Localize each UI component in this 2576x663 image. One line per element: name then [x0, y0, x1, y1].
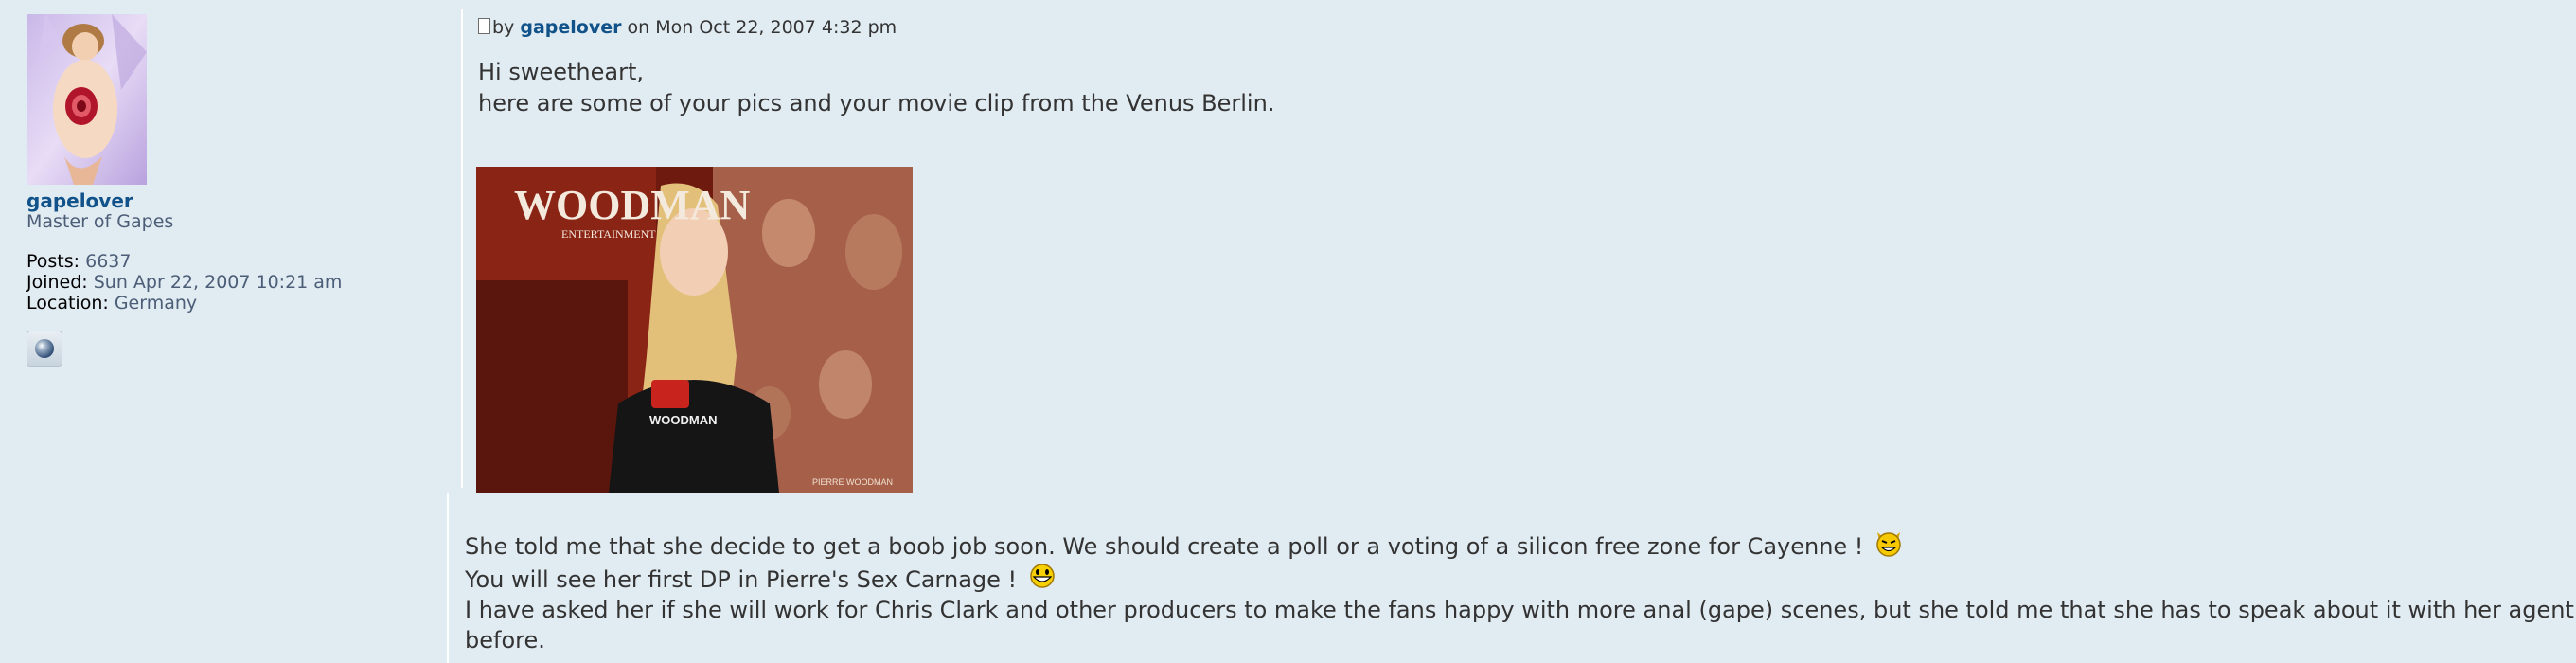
post-profile: gapelover Master of Gapes Posts: 6637 Jo…	[27, 14, 424, 367]
shirt-text: WOODMAN	[649, 413, 718, 427]
post-content-intro: Hi sweetheart, here are some of your pic…	[478, 57, 1274, 119]
post-paragraph-1: She told me that she decide to get a boo…	[465, 529, 2567, 562]
author-prefix: by	[492, 17, 515, 38]
user-avatar[interactable]	[27, 14, 147, 185]
banner-subtext: ENTERTAINMENT	[561, 227, 656, 241]
post-paragraph-2-text: You will see her first DP in Pierre's Se…	[465, 566, 1018, 593]
forum-post: gapelover Master of Gapes Posts: 6637 Jo…	[0, 0, 2576, 663]
website-globe-icon[interactable]	[27, 331, 62, 367]
banner-text: WOODMAN	[514, 182, 751, 228]
profile-location: Location: Germany	[27, 293, 424, 314]
profile-posts: Posts: 6637	[27, 251, 424, 272]
location-label: Location:	[27, 293, 109, 314]
user-rank: Master of Gapes	[27, 211, 174, 232]
post-content-body: She told me that she decide to get a boo…	[465, 529, 2576, 655]
evil-smiley-icon	[1876, 532, 1901, 557]
post-greeting: Hi sweetheart,	[478, 59, 645, 85]
column-divider	[461, 9, 463, 488]
location-value: Germany	[114, 293, 198, 314]
post-icon[interactable]	[478, 18, 490, 34]
profile-joined: Joined: Sun Apr 22, 2007 10:21 am	[27, 272, 424, 293]
post-image[interactable]: WOODMAN ENTERTAINMENT WOODMAN PIERRE WOO…	[476, 167, 913, 493]
post-image-graphic: WOODMAN ENTERTAINMENT WOODMAN PIERRE WOO…	[476, 167, 913, 493]
post-paragraph-1-text: She told me that she decide to get a boo…	[465, 533, 1864, 560]
date-prefix: on	[627, 17, 650, 38]
post-intro: here are some of your pics and your movi…	[478, 90, 1275, 116]
username-link[interactable]: gapelover	[27, 190, 424, 211]
post-paragraph-3-continued: before.	[465, 627, 545, 654]
post-author-line: by gapelover on Mon Oct 22, 2007 4:32 pm	[478, 16, 897, 39]
post-paragraph-2: You will see her first DP in Pierre's Se…	[465, 562, 2567, 595]
poster-credit: PIERRE WOODMAN	[812, 477, 893, 487]
post-date: Mon Oct 22, 2007 4:32 pm	[655, 17, 897, 38]
joined-value: Sun Apr 22, 2007 10:21 am	[93, 272, 343, 293]
posts-value: 6637	[85, 251, 132, 272]
grin-smiley-icon	[1030, 564, 1055, 588]
posts-label: Posts:	[27, 251, 80, 272]
joined-label: Joined:	[27, 272, 88, 293]
profile-fields: Posts: 6637 Joined: Sun Apr 22, 2007 10:…	[27, 251, 424, 314]
column-divider-lower	[447, 493, 449, 663]
post-paragraph-3: I have asked her if she will work for Ch…	[465, 597, 2576, 623]
globe-icon	[35, 339, 54, 358]
post-author-link[interactable]: gapelover	[520, 17, 621, 38]
